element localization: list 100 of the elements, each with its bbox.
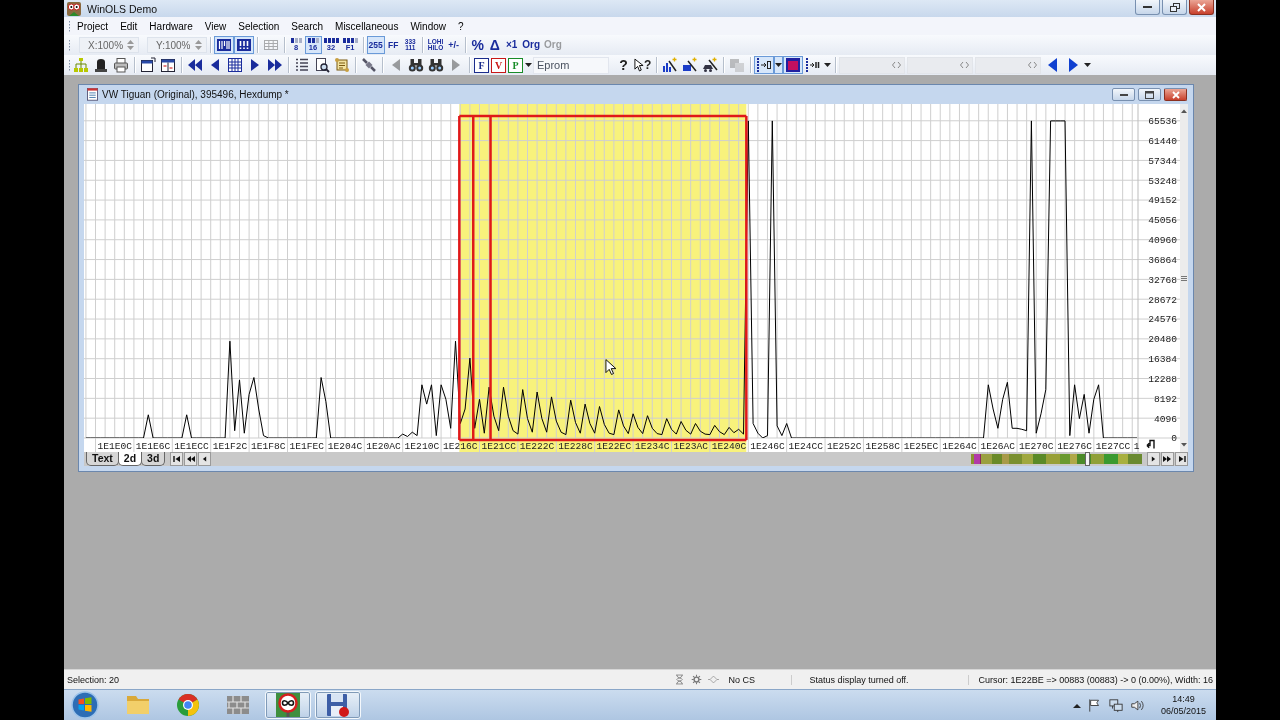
close-button[interactable]: [1164, 88, 1187, 101]
close-icon: [1171, 90, 1180, 99]
window-button[interactable]: [138, 56, 158, 74]
page-forward-button[interactable]: [1161, 452, 1174, 466]
wand-icon: [702, 57, 719, 73]
axis-label: 32768: [1148, 274, 1177, 286]
menu-item[interactable]: Search: [285, 19, 330, 33]
first-page-button[interactable]: [170, 452, 184, 466]
back-button[interactable]: [198, 452, 212, 466]
axis-label: 28672: [1148, 294, 1177, 306]
vertical-scrollbar[interactable]: [1180, 104, 1188, 452]
binoculars-button[interactable]: [426, 56, 446, 74]
axis-label: 1E21CC: [481, 441, 516, 452]
factor-button[interactable]: ×1: [503, 36, 521, 54]
sign-button[interactable]: +/-: [445, 36, 463, 54]
axis-label: 1E1ECC: [174, 441, 209, 452]
tree-icon: [73, 57, 89, 73]
maximize-button[interactable]: [1138, 88, 1161, 101]
menu-item[interactable]: Miscellaneous: [329, 19, 405, 33]
zoom-field[interactable]: Y:100%: [147, 37, 207, 53]
last-page-button[interactable]: [1175, 452, 1188, 466]
axis-label: 53248: [1148, 175, 1177, 187]
restore-button[interactable]: [1162, 0, 1187, 15]
mode-button[interactable]: V: [491, 57, 506, 73]
view-tab[interactable]: Text: [86, 452, 119, 466]
menu-item[interactable]: Project: [71, 19, 115, 33]
menu-item[interactable]: Selection: [232, 19, 286, 33]
minimize-button[interactable]: [1112, 88, 1135, 101]
spinner-icon: [193, 39, 203, 51]
skip-start-icon: [172, 455, 181, 463]
minimize-icon: [1143, 6, 1152, 8]
mode-button[interactable]: P: [508, 57, 523, 73]
menu-item[interactable]: Hardware: [143, 19, 199, 33]
overlapping-squares-icon: [729, 57, 746, 73]
document-icon: [87, 88, 98, 101]
percent-button[interactable]: %: [469, 36, 487, 54]
number-format-button[interactable]: 255: [366, 36, 385, 54]
diamond-arrows-icon: [707, 674, 719, 685]
axis-label: 1: [1133, 441, 1140, 452]
hat-icon: [93, 57, 109, 73]
spinner-icon: [126, 39, 136, 51]
bars-arrow-button[interactable]: [754, 56, 775, 74]
page-back-button[interactable]: [184, 452, 198, 466]
grip-icon: [1181, 275, 1187, 281]
folder-icon: [127, 696, 149, 714]
axis-label: 36864: [1148, 254, 1177, 266]
help-button[interactable]: ?: [615, 56, 632, 74]
context-help-button[interactable]: ?: [632, 56, 654, 74]
axis-label: 1E246C: [750, 441, 785, 452]
menu-item[interactable]: Edit: [114, 19, 144, 33]
printer-button[interactable]: [111, 56, 131, 74]
arrows-icon: [892, 61, 902, 69]
forward-button[interactable]: [1147, 452, 1160, 466]
axis-label: 1E1F2C: [212, 441, 248, 452]
caret-icon: [1084, 63, 1092, 67]
binoculars-icon: [408, 57, 424, 73]
cursor-info: Cursor: 1E22BE => 00883 (00883) -> 0 (0.00%), Width: 16: [977, 674, 1213, 685]
filled-square-button[interactable]: [783, 56, 804, 74]
original-button[interactable]: Org: [520, 36, 542, 54]
dropdown-field[interactable]: Eprom: [533, 56, 609, 74]
axis-label: 1E1E0C: [97, 441, 132, 452]
number-format-button[interactable]: FF: [384, 36, 402, 54]
close-button[interactable]: [1189, 0, 1214, 15]
double-arrow-right-icon: [267, 57, 283, 73]
filled-square-icon: [785, 57, 802, 73]
dropdown-arrow-button[interactable]: [774, 56, 784, 74]
table-button[interactable]: [225, 56, 245, 74]
maximize-icon: [1145, 90, 1154, 99]
checksum-status: No CS: [724, 674, 792, 685]
taskbar-button[interactable]: [315, 691, 361, 719]
menu-item[interactable]: Window: [404, 19, 452, 33]
undo-arrow-icon: [1146, 439, 1155, 450]
axis-label: 1E222C: [519, 441, 555, 452]
scroll-up-icon: [1181, 109, 1187, 113]
menu-item[interactable]: ?: [452, 19, 470, 33]
axis-label: 1E216C: [443, 441, 478, 452]
caret-icon: [525, 63, 532, 67]
binoculars-button[interactable]: [406, 56, 426, 74]
taskbar-button[interactable]: [265, 691, 311, 719]
clock-time: 14:49: [1172, 693, 1195, 705]
axis-label: 0: [1171, 433, 1177, 445]
menu-item[interactable]: View: [198, 19, 233, 33]
axis-label: 1E234C: [635, 441, 670, 452]
mode-button[interactable]: F: [474, 57, 489, 73]
printer-icon: [113, 57, 129, 73]
split-window-button[interactable]: [158, 56, 178, 74]
view-tab[interactable]: 2d: [117, 452, 143, 466]
mouse-pointer-icon: [605, 358, 618, 377]
wand-button[interactable]: [700, 56, 721, 74]
exclamation-square-button[interactable]: [233, 36, 254, 54]
scroll-thumb[interactable]: [1085, 452, 1090, 466]
striped-square-button[interactable]: [213, 36, 234, 54]
minimize-button[interactable]: [1135, 0, 1160, 15]
triangle-up-icon: [1072, 702, 1081, 708]
start-button[interactable]: [70, 690, 100, 720]
zoom-field[interactable]: X:100%: [79, 37, 140, 53]
delta-button[interactable]: Δ: [486, 36, 504, 54]
axis-label: 1E264C: [942, 441, 977, 452]
view-tab[interactable]: 3d: [141, 452, 166, 466]
table-icon: [227, 57, 243, 73]
